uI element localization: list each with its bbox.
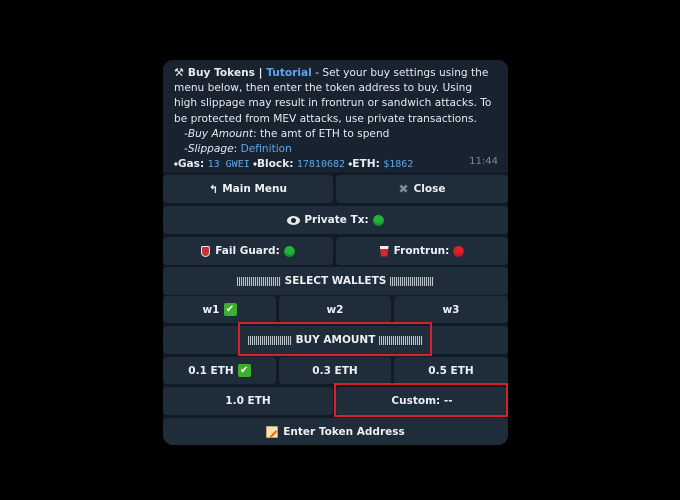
back-arrow-icon: ↰	[208, 182, 219, 196]
shield-icon	[201, 245, 211, 257]
checkmark-icon: ✔	[223, 303, 237, 316]
hammer-pick-icon: ⚒	[174, 66, 184, 79]
checkmark-icon: ✔	[237, 364, 251, 377]
message-title: Buy Tokens	[187, 67, 255, 79]
stats-line: ⬩Gas: 13 GWEI ⬩Block: 17810682 ⬩ETH: $18…	[174, 158, 414, 171]
gas-label: Gas:	[177, 158, 205, 171]
divider-bars-icon	[390, 276, 435, 286]
definition-link[interactable]: Definition	[241, 143, 292, 155]
green-status-icon	[283, 245, 295, 257]
custom-amount-button[interactable]: Custom: --	[336, 387, 508, 415]
green-status-icon	[372, 214, 384, 226]
close-icon: ✖	[398, 182, 409, 196]
red-status-icon	[453, 245, 465, 257]
amount-0-5-eth-button[interactable]: 0.5 ETH	[394, 357, 508, 384]
divider-bars-icon	[236, 276, 281, 286]
cup-icon	[379, 245, 389, 257]
gas-value: 13 GWEI	[207, 159, 250, 171]
block-value: 17810682	[296, 159, 346, 171]
buy-amount-header[interactable]: BUY AMOUNT	[163, 326, 508, 354]
eye-icon	[287, 215, 301, 225]
amount-0-3-eth-button[interactable]: 0.3 ETH	[279, 357, 391, 384]
message-time: 11:44	[469, 155, 498, 167]
private-tx-toggle[interactable]: Private Tx:	[163, 206, 508, 234]
divider-bars-icon	[379, 335, 424, 345]
amount-1-0-eth-button[interactable]: 1.0 ETH	[163, 387, 333, 415]
close-button[interactable]: ✖ Close	[336, 175, 508, 203]
block-label: Block:	[256, 158, 294, 171]
wallet-w2-button[interactable]: w2	[279, 296, 391, 323]
enter-token-address-button[interactable]: Enter Token Address	[163, 418, 508, 445]
slippage-help: -Slippage: Definition	[184, 143, 292, 156]
wallet-w1-button[interactable]: w1 ✔	[163, 296, 276, 323]
wallet-w3-button[interactable]: w3	[394, 296, 508, 323]
eth-label: ETH:	[352, 158, 380, 171]
memo-pencil-icon	[266, 425, 279, 438]
frontrun-toggle[interactable]: Frontrun:	[336, 237, 508, 265]
amount-0-1-eth-button[interactable]: 0.1 ETH ✔	[163, 357, 276, 384]
eth-price: $1862	[383, 159, 414, 171]
bot-message: ⚒ Buy Tokens | Tutorial - Set your buy se…	[163, 60, 508, 172]
divider-bars-icon	[247, 335, 292, 345]
main-menu-button[interactable]: ↰ Main Menu	[163, 175, 333, 203]
buy-amount-help: -Buy Amount: the amt of ETH to spend	[184, 127, 390, 140]
tutorial-link[interactable]: Tutorial	[266, 67, 312, 79]
select-wallets-header[interactable]: SELECT WALLETS	[163, 267, 508, 295]
fail-guard-toggle[interactable]: Fail Guard:	[163, 237, 333, 265]
message-line-1: ⚒ Buy Tokens | Tutorial - Set your buy se…	[174, 66, 492, 125]
